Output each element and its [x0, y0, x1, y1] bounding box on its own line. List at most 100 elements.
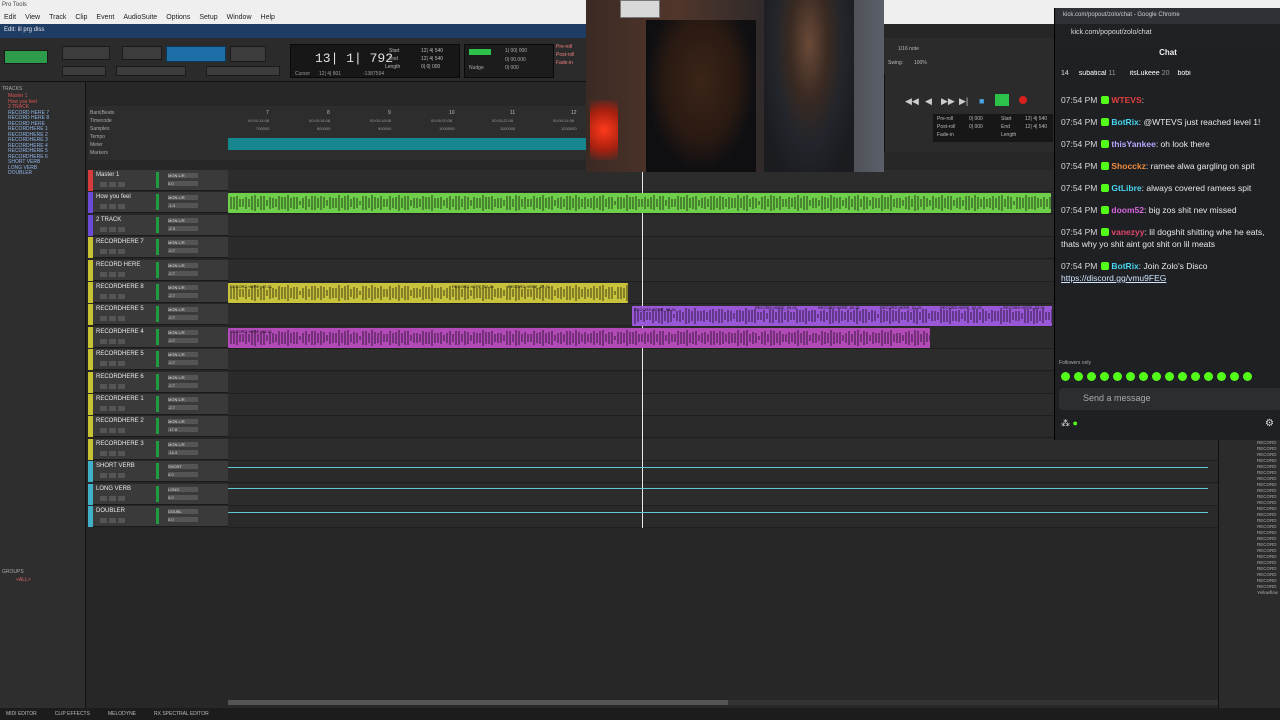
output-selector[interactable]: MON L/R	[168, 285, 198, 290]
track-name[interactable]: RECORDHERE 3	[96, 441, 144, 447]
mute-button[interactable]	[118, 204, 125, 210]
tempo-ruler[interactable]	[228, 138, 586, 150]
volume-value[interactable]: -1.4	[168, 203, 198, 209]
emote-icon[interactable]	[1165, 372, 1174, 381]
mute-button[interactable]	[118, 249, 125, 255]
bottom-tab[interactable]: MIDI EDITOR	[6, 711, 37, 717]
mini-val-3[interactable]: 12| 4| 540	[1025, 116, 1047, 122]
mute-button[interactable]	[118, 428, 125, 434]
menu-track[interactable]: Track	[49, 14, 66, 21]
track-header[interactable]: RECORDHERE 5 MON L/R -2.7	[88, 304, 228, 326]
output-selector[interactable]: MON L/R	[168, 307, 198, 313]
leaderboard-user[interactable]: subatical	[1079, 70, 1107, 77]
play-button[interactable]	[995, 94, 1009, 106]
track-name[interactable]: RECORDHERE 6	[96, 374, 144, 380]
mute-button[interactable]	[118, 361, 125, 367]
chat-username[interactable]: Shocckz	[1111, 161, 1146, 171]
rec-button[interactable]	[100, 406, 107, 411]
chat-username[interactable]: thisYankee	[1111, 139, 1155, 149]
rec-button[interactable]	[100, 338, 107, 344]
shuffle-spot-mode-button[interactable]	[4, 50, 48, 64]
output-selector[interactable]: SHORT	[168, 464, 198, 470]
output-selector[interactable]: DOUBL	[168, 509, 198, 514]
chat-username[interactable]: GtLibre	[1111, 183, 1141, 193]
start-value[interactable]: 12| 4| 540	[421, 48, 443, 54]
output-selector[interactable]: MON L/R	[168, 397, 198, 402]
track-header[interactable]: RECORDHERE 8 MON L/R -2.7	[88, 282, 228, 303]
output-selector[interactable]: MON L/R	[168, 329, 198, 335]
volume-value[interactable]: -2.7	[168, 337, 198, 343]
output-selector[interactable]: LONG	[168, 486, 198, 492]
output-selector[interactable]: MON L/R	[168, 173, 198, 178]
mini-val-2[interactable]: 0| 000	[969, 124, 983, 130]
solo-button[interactable]	[109, 204, 116, 210]
rec-button[interactable]	[100, 450, 107, 456]
mute-button[interactable]	[118, 473, 125, 479]
chat-username[interactable]: WTEVS	[1111, 95, 1141, 105]
track-header[interactable]: DOUBLER DOUBL 0.0	[88, 506, 228, 527]
emote-icon[interactable]	[1087, 372, 1096, 381]
emote-icon[interactable]	[1191, 372, 1200, 381]
chat-message-input[interactable]: Send a message	[1059, 388, 1280, 410]
end-value[interactable]: 12| 4| 540	[421, 56, 443, 62]
volume-value[interactable]: 0.0	[168, 517, 198, 522]
back-icon[interactable]: ◀	[925, 96, 932, 107]
solo-button[interactable]	[109, 182, 116, 187]
end-icon[interactable]: ▶|	[959, 96, 968, 107]
bottom-tab[interactable]: CLIP EFFECTS	[55, 711, 90, 717]
track-name[interactable]: RECORD HERE	[96, 262, 140, 268]
volume-value[interactable]: -2.7	[168, 405, 198, 410]
solo-button[interactable]	[109, 249, 116, 255]
menu-view[interactable]: View	[25, 14, 40, 21]
menu-edit[interactable]: Edit	[4, 14, 16, 21]
message-link[interactable]: https://discord.gg/vmu9FEG	[1061, 273, 1166, 283]
scrollbar-thumb[interactable]	[228, 700, 728, 705]
solo-button[interactable]	[109, 495, 116, 501]
output-selector[interactable]: MON L/R	[168, 195, 198, 201]
rewind-icon[interactable]: ◀◀	[905, 96, 919, 107]
emote-icon[interactable]	[1204, 372, 1213, 381]
menu-clip[interactable]: Clip	[75, 14, 87, 21]
mute-button[interactable]	[118, 271, 125, 277]
track-name[interactable]: DOUBLER	[96, 508, 125, 514]
track-name[interactable]: RECORDHERE 5	[96, 306, 144, 312]
mute-button[interactable]	[118, 450, 125, 456]
mute-button[interactable]	[118, 182, 125, 187]
horizontal-scrollbar[interactable]	[228, 700, 1218, 705]
track-header[interactable]: RECORDHERE 3 MON L/R -14.4	[88, 438, 228, 460]
playhead-cursor[interactable]	[642, 170, 643, 528]
solo-button[interactable]	[109, 406, 116, 411]
rec-button[interactable]	[100, 182, 107, 187]
postroll-label[interactable]: Post-roll	[556, 52, 586, 58]
emote-icon[interactable]	[1217, 372, 1226, 381]
solo-button[interactable]	[109, 428, 116, 434]
solo-button[interactable]	[109, 226, 116, 232]
track-header[interactable]: LONG VERB LONG 0.0	[88, 483, 228, 505]
gear-icon[interactable]: ⚙	[1265, 418, 1274, 429]
track-header[interactable]: RECORDHERE 5 MON L/R -2.7	[88, 349, 228, 371]
solo-button[interactable]	[109, 271, 116, 277]
volume-value[interactable]: -2.7	[168, 315, 198, 321]
volume-value[interactable]: 0.0	[168, 472, 198, 478]
volume-value[interactable]: -2.7	[168, 382, 198, 388]
menu-options[interactable]: Options	[166, 14, 190, 21]
emote-icon[interactable]	[1178, 372, 1187, 381]
mute-button[interactable]	[118, 338, 125, 344]
track-header[interactable]: RECORDHERE 4 MON L/R -2.7	[88, 326, 228, 348]
clip-list-item[interactable]: Yellowflow	[1219, 590, 1280, 596]
menu-window[interactable]: Window	[227, 14, 252, 21]
emote-icon[interactable]	[1100, 372, 1109, 381]
chat-username[interactable]: BotRix	[1111, 117, 1138, 127]
volume-value[interactable]: -2.3	[168, 225, 198, 231]
audio-clip[interactable]: RECORD HERE_47-01	[228, 283, 628, 303]
track-header[interactable]: RECORD HERE MON L/R -2.7	[88, 259, 228, 281]
rec-button[interactable]	[100, 204, 107, 210]
output-selector[interactable]: MON L/R	[168, 419, 198, 425]
rec-button[interactable]	[100, 226, 107, 232]
nudge-bar-value[interactable]: 1| 00| 000	[505, 48, 527, 54]
leaderboard-user[interactable]: itsLukeee	[1130, 70, 1160, 77]
fadein-label[interactable]: Fade-in	[556, 60, 586, 66]
emote-icon[interactable]	[1139, 372, 1148, 381]
mute-button[interactable]	[118, 495, 125, 501]
stop-icon[interactable]: ■	[979, 96, 984, 106]
